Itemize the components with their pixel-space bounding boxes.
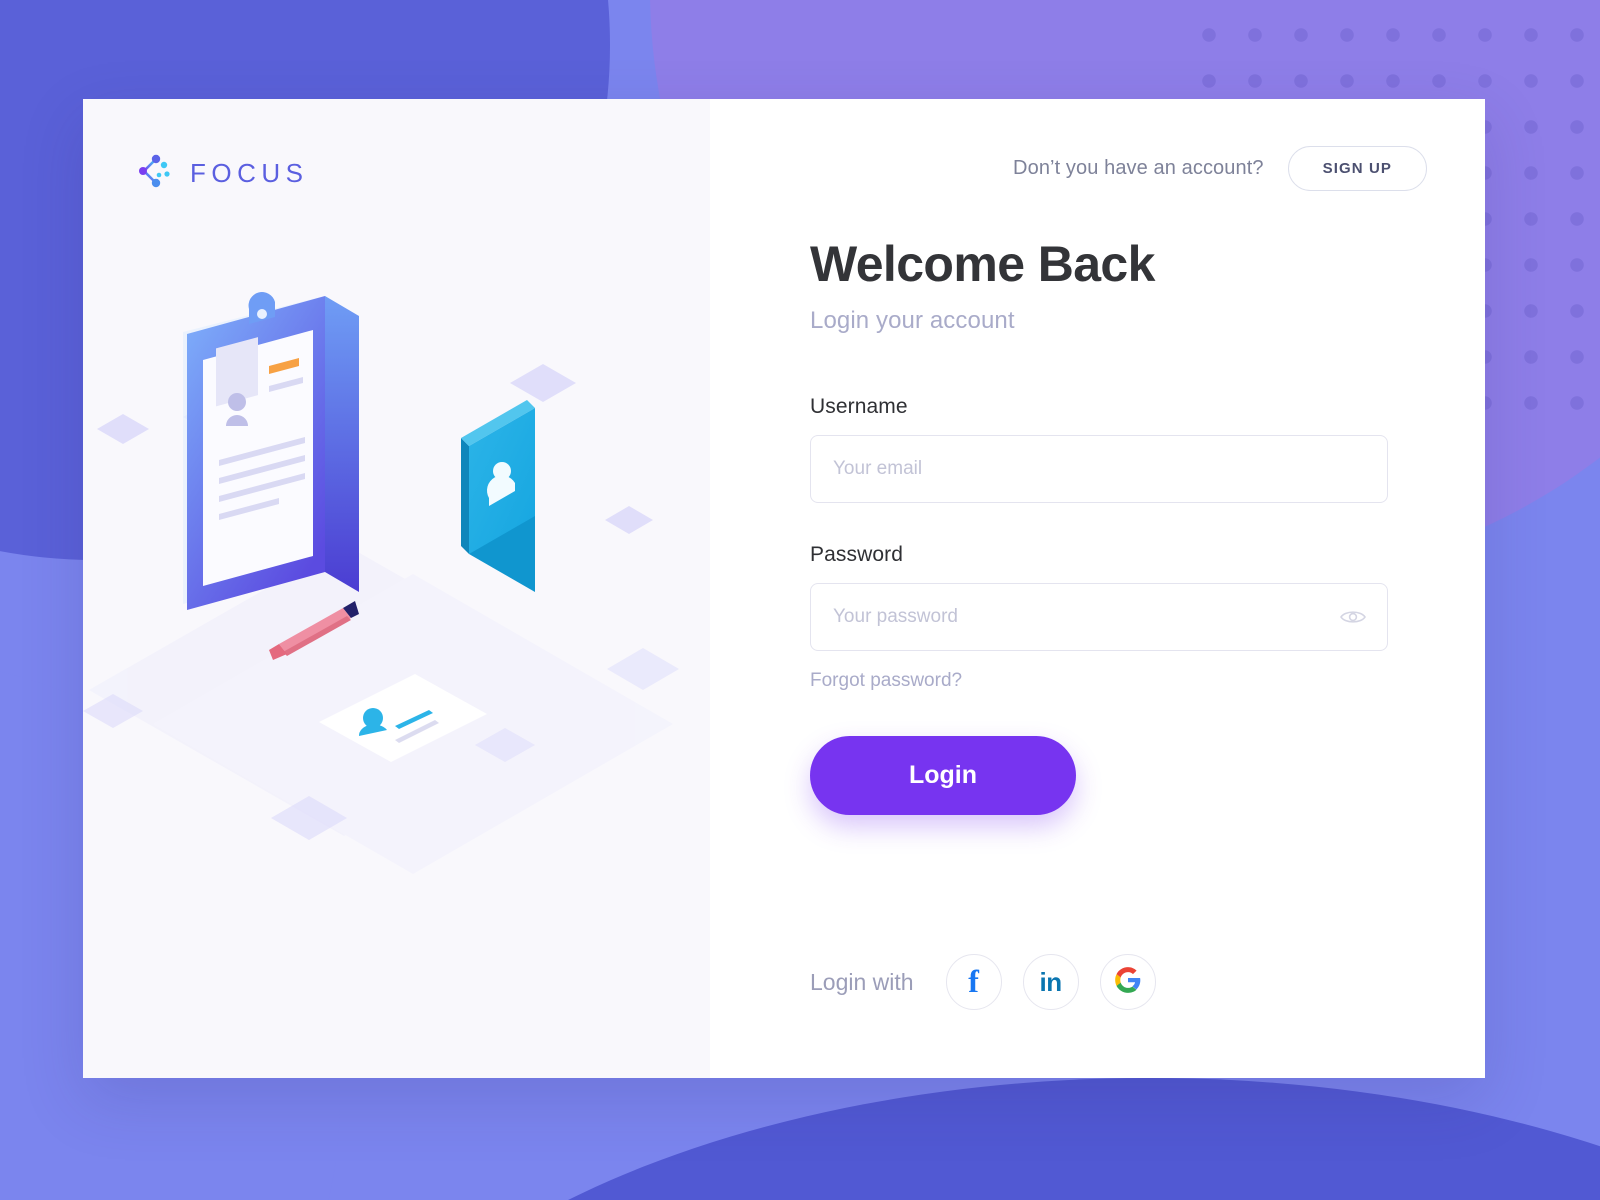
login-card: FOCUS Don’t you have an account? SIGN UP… [83, 99, 1485, 1078]
social-login-label: Login with [810, 968, 914, 995]
forgot-password-link[interactable]: Forgot password? [810, 670, 962, 692]
google-icon [1114, 966, 1142, 999]
google-login-button[interactable] [1099, 954, 1156, 1010]
sign-up-button[interactable]: SIGN UP [1287, 146, 1427, 191]
isometric-resume-illustration [83, 292, 679, 874]
linkedin-login-button[interactable]: in [1022, 954, 1079, 1010]
no-account-text: Don’t you have an account? [1013, 157, 1264, 179]
username-input[interactable] [810, 435, 1388, 503]
eye-icon[interactable] [1340, 609, 1366, 626]
facebook-icon: f [968, 963, 979, 999]
page-title: Welcome Back [810, 236, 1155, 292]
page-subtitle: Login your account [810, 307, 1015, 334]
login-form-panel: Don’t you have an account? SIGN UP Welco… [710, 99, 1485, 1078]
brand-logo[interactable]: FOCUS [136, 153, 309, 194]
password-input[interactable] [810, 583, 1388, 651]
login-form: Welcome Back Login your account Username… [810, 237, 1388, 815]
linkedin-icon: in [1039, 967, 1063, 997]
login-button[interactable]: Login [810, 736, 1076, 815]
social-login-row: Login with f in [810, 954, 1156, 1010]
password-label: Password [810, 543, 904, 566]
signup-prompt: Don’t you have an account? SIGN UP [1013, 146, 1427, 191]
brand-name: FOCUS [190, 158, 309, 188]
password-group: Password Forgot password? [810, 543, 1388, 692]
illustration-panel: FOCUS [83, 99, 710, 1078]
decorative-blob-bottom [300, 1078, 1600, 1200]
username-label: Username [810, 395, 908, 418]
facebook-login-button[interactable]: f [945, 954, 1002, 1010]
network-nodes-icon [136, 153, 174, 194]
username-group: Username [810, 395, 1388, 503]
